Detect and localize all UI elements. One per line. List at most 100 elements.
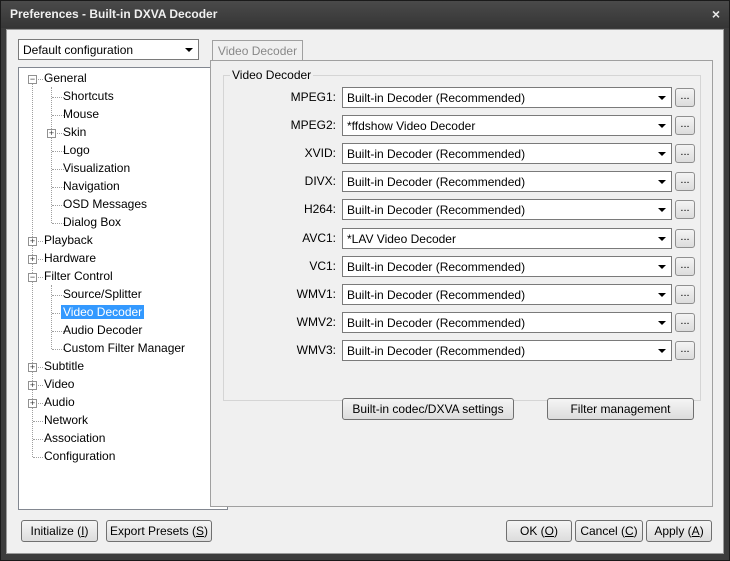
- tree-item-label: Audio: [44, 395, 75, 409]
- tree-item[interactable]: Hardware: [42, 250, 98, 267]
- chevron-down-icon: [658, 96, 666, 100]
- decoder-select[interactable]: Built-in Decoder (Recommended): [342, 283, 672, 305]
- decoder-label: WMV3:: [296, 342, 336, 357]
- ok-button-label-end: ): [554, 524, 558, 538]
- decoder-options-button[interactable]: ...: [675, 340, 695, 360]
- chevron-down-icon: [658, 208, 666, 213]
- expander-glyph: +: [29, 380, 36, 390]
- chevron-down-icon: [658, 264, 666, 269]
- decoder-select[interactable]: *ffdshow Video Decoder: [342, 115, 672, 137]
- tree-item-label: Subtitle: [44, 359, 85, 373]
- tree-item-label: Video Decoder: [61, 305, 145, 319]
- tree-item-label: Shortcuts: [63, 89, 114, 103]
- tree-item-label: Video: [44, 377, 75, 391]
- decoder-select[interactable]: *LAV Video Decoder: [342, 227, 672, 249]
- tree-item[interactable]: General: [42, 70, 89, 87]
- decoder-select[interactable]: Built-in Decoder (Recommended): [342, 255, 672, 277]
- ok-accelerator: O: [544, 524, 554, 538]
- expand-icon[interactable]: +: [28, 398, 37, 408]
- expand-icon[interactable]: +: [28, 254, 37, 264]
- tree-item[interactable]: Visualization: [61, 160, 132, 177]
- expander-glyph: −: [29, 74, 36, 84]
- decoder-select-value: *LAV Video Decoder: [347, 231, 456, 246]
- export-presets-button-label: Export Presets (: [109, 524, 196, 538]
- expander-glyph: +: [29, 254, 36, 264]
- decoder-options-button[interactable]: ...: [675, 88, 695, 107]
- decoder-options-button[interactable]: ...: [675, 284, 695, 304]
- decoder-options-button[interactable]: ...: [675, 256, 695, 276]
- tree-item[interactable]: Video: [42, 376, 76, 393]
- tree-item[interactable]: Video Decoder: [61, 304, 145, 321]
- collapse-icon[interactable]: −: [28, 272, 37, 282]
- close-icon[interactable]: ×: [712, 6, 720, 22]
- tree-item-label: Dialog Box: [63, 215, 122, 229]
- expand-icon[interactable]: +: [28, 236, 37, 246]
- tree-item[interactable]: Configuration: [42, 448, 117, 465]
- expander-glyph: +: [29, 236, 36, 246]
- decoder-options-button[interactable]: ...: [675, 144, 695, 164]
- tab-video-decoder[interactable]: Video Decoder: [212, 40, 303, 61]
- expand-icon[interactable]: +: [28, 380, 37, 390]
- tree-item-label: Logo: [63, 143, 90, 157]
- initialize-button-label: Initialize (: [30, 524, 82, 538]
- collapse-icon[interactable]: −: [28, 74, 37, 84]
- tree-item[interactable]: Source/Splitter: [61, 286, 144, 303]
- apply-button[interactable]: Apply (A): [646, 520, 712, 542]
- filter-management-button[interactable]: Filter management: [547, 398, 694, 420]
- group-title: Video Decoder: [230, 68, 314, 82]
- decoder-options-button[interactable]: ...: [675, 200, 695, 220]
- preferences-window: Preferences - Built-in DXVA Decoder × De…: [0, 0, 730, 561]
- settings-tree[interactable]: − General Shortcuts Mouse + Skin Logo Visualiza…: [18, 67, 228, 510]
- tree-item[interactable]: Dialog Box: [61, 214, 123, 231]
- decoder-select[interactable]: Built-in Decoder (Recommended): [342, 143, 672, 165]
- cancel-button-label-end: ): [633, 524, 638, 538]
- initialize-button-label-end: ): [84, 524, 89, 538]
- tree-item[interactable]: Custom Filter Manager: [61, 340, 187, 357]
- export-presets-accelerator: S: [196, 524, 205, 538]
- tree-item[interactable]: Skin: [61, 124, 88, 141]
- tree-item[interactable]: Filter Control: [42, 268, 115, 285]
- decoder-label: MPEG1:: [290, 90, 336, 104]
- tree-item[interactable]: Playback: [42, 232, 95, 249]
- cancel-button[interactable]: Cancel (C): [575, 520, 643, 542]
- tree-item-label: Hardware: [44, 251, 97, 265]
- decoder-select[interactable]: Built-in Decoder (Recommended): [342, 311, 672, 333]
- configuration-select[interactable]: Default configuration: [18, 39, 199, 60]
- tree-item[interactable]: Subtitle: [42, 358, 86, 375]
- decoder-select[interactable]: Built-in Decoder (Recommended): [342, 87, 672, 108]
- decoder-options-button[interactable]: ...: [675, 312, 695, 332]
- tree-item[interactable]: Mouse: [61, 106, 101, 123]
- tree-item[interactable]: Network: [42, 412, 90, 429]
- export-presets-button-label-end: ): [204, 524, 209, 538]
- decoder-select[interactable]: Built-in Decoder (Recommended): [342, 339, 672, 361]
- title-bar[interactable]: Preferences - Built-in DXVA Decoder ×: [1, 1, 729, 28]
- tree-item[interactable]: Association: [42, 430, 107, 447]
- chevron-down-icon: [658, 292, 666, 297]
- decoder-select[interactable]: Built-in Decoder (Recommended): [342, 199, 672, 221]
- tree-item[interactable]: Logo: [61, 142, 92, 159]
- ok-button[interactable]: OK (O): [506, 520, 572, 542]
- expander-glyph: +: [29, 362, 36, 372]
- tree-item-label: General: [44, 71, 87, 85]
- decoder-select-value: Built-in Decoder (Recommended): [347, 91, 526, 105]
- tree-item[interactable]: Audio Decoder: [61, 322, 144, 339]
- apply-accelerator: A: [691, 524, 700, 538]
- decoder-select[interactable]: Built-in Decoder (Recommended): [342, 171, 672, 193]
- decoder-options-button[interactable]: ...: [675, 172, 695, 192]
- codec-settings-button[interactable]: Built-in codec/DXVA settings: [342, 398, 514, 420]
- expand-icon[interactable]: +: [47, 128, 56, 138]
- tree-item[interactable]: Shortcuts: [61, 88, 116, 105]
- tree-item[interactable]: OSD Messages: [61, 196, 149, 213]
- tree-item-label: Skin: [63, 125, 87, 139]
- cancel-button-label: Cancel (: [580, 524, 625, 538]
- tree-item-label: Association: [44, 431, 106, 445]
- tree-item-label: Configuration: [44, 449, 116, 463]
- export-presets-button[interactable]: Export Presets (S): [106, 520, 212, 542]
- tree-item[interactable]: Audio: [42, 394, 77, 411]
- initialize-button[interactable]: Initialize (I): [21, 520, 98, 542]
- decoder-options-button[interactable]: ...: [675, 228, 695, 248]
- decoder-label: WMV2:: [296, 314, 336, 329]
- expand-icon[interactable]: +: [28, 362, 37, 372]
- tree-item[interactable]: Navigation: [61, 178, 122, 195]
- decoder-options-button[interactable]: ...: [675, 116, 695, 136]
